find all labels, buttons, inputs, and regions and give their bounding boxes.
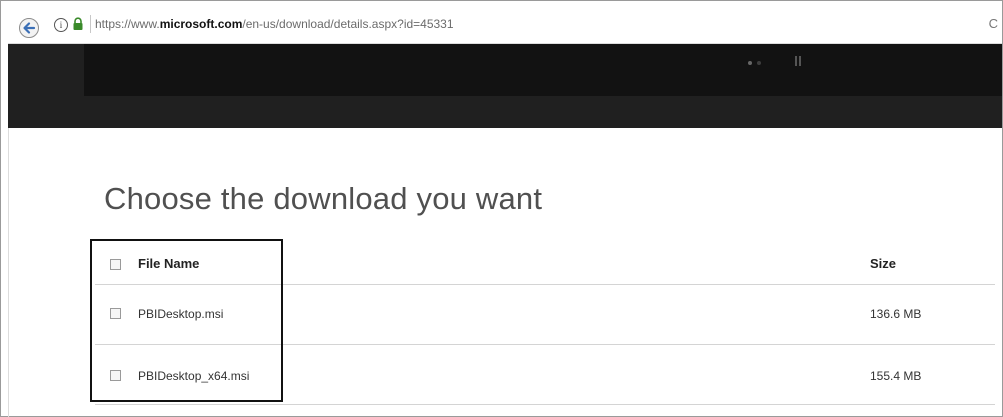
url-field[interactable]: https://www.microsoft.com/en-us/download… — [95, 17, 454, 31]
url-domain: microsoft.com — [159, 17, 243, 31]
highlight-annotation-box — [90, 239, 283, 402]
site-info-icon[interactable]: i — [54, 18, 68, 32]
lock-icon — [73, 17, 83, 30]
page-border — [8, 128, 9, 417]
file-size-cell: 155.4 MB — [870, 369, 922, 383]
back-button[interactable] — [19, 18, 39, 38]
carousel-dot-active[interactable] — [748, 61, 752, 65]
table-divider — [95, 404, 995, 405]
site-header — [8, 44, 1002, 128]
file-size-cell: 136.6 MB — [870, 307, 922, 321]
page-title: Choose the download you want — [104, 181, 543, 216]
back-arrow-icon — [23, 22, 36, 34]
hero-banner — [84, 44, 1002, 96]
url-prefix: https://www. — [95, 17, 160, 31]
url-path: /en-us/download/details.aspx?id=45331 — [242, 17, 454, 31]
address-separator — [90, 15, 91, 33]
reload-button[interactable]: C — [989, 16, 998, 31]
browser-address-bar: i https://www.microsoft.com/en-us/downlo… — [1, 1, 1002, 45]
pause-icon[interactable] — [795, 56, 801, 66]
carousel-dot[interactable] — [757, 61, 761, 65]
column-header-size: Size — [870, 256, 897, 271]
